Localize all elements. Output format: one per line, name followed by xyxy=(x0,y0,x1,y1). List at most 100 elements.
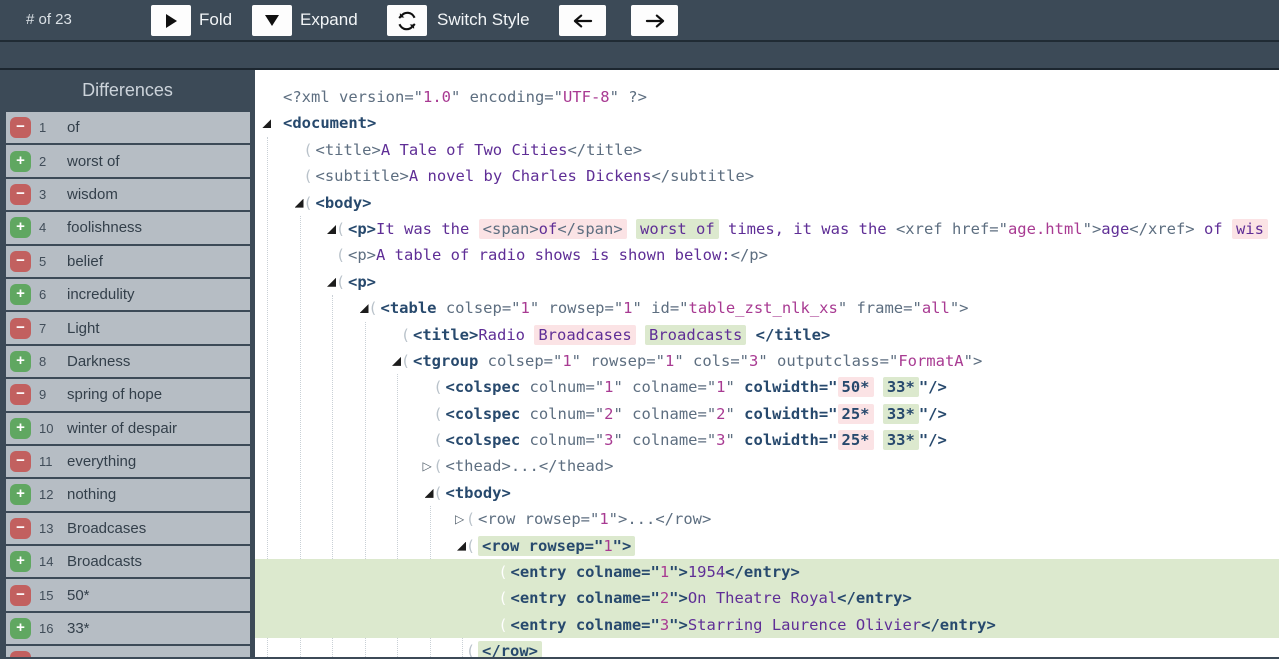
code-segment: <row rowsep=" xyxy=(482,537,603,555)
previous-diff-button[interactable] xyxy=(559,5,606,36)
code-segment: "> xyxy=(613,537,632,555)
inserted-text-highlight: Broadcasts xyxy=(645,325,746,345)
code-segment: Starring Laurence Olivier xyxy=(688,616,921,634)
diff-text: 33* xyxy=(67,620,90,637)
code-segment: 1 xyxy=(660,563,669,581)
next-diff-button[interactable] xyxy=(631,5,678,36)
fold-open-icon[interactable] xyxy=(425,489,434,498)
code-segment: UTF-8 xyxy=(563,88,610,106)
code-segment: FormatA xyxy=(898,352,963,370)
diff-list-item[interactable]: +2worst of xyxy=(6,145,250,176)
fold-open-icon[interactable] xyxy=(262,119,271,128)
switch-style-button[interactable] xyxy=(387,5,427,36)
diff-list-item[interactable]: −9spring of hope xyxy=(6,379,250,410)
expand-button[interactable] xyxy=(252,5,292,36)
xml-code-pane[interactable]: <?xml version="1.0" encoding="UTF-8" ?><… xyxy=(255,70,1279,657)
code-segment: <colspec xyxy=(446,405,530,423)
diff-list-item[interactable]: − xyxy=(6,646,250,657)
code-segment: A novel by Charles Dickens xyxy=(409,167,652,185)
fold-open-icon[interactable] xyxy=(295,199,304,208)
code-segment: It was the xyxy=(376,220,479,238)
diff-list-item[interactable]: −7Light xyxy=(6,312,250,343)
diff-list-item[interactable]: −13Broadcases xyxy=(6,513,250,544)
fold-scallop-icon: ( xyxy=(466,533,475,559)
code-line: (<table colsep="1" rowsep="1" id="table_… xyxy=(255,295,1279,321)
fold-closed-icon[interactable]: ▷ xyxy=(455,506,464,532)
code-segment: </entry> xyxy=(921,616,996,634)
diff-list-item[interactable]: −11everything xyxy=(6,446,250,477)
minus-icon: − xyxy=(10,585,31,606)
code-segment: colsep=" xyxy=(488,352,563,370)
code-segment: <entry xyxy=(511,563,576,581)
diff-list-item[interactable]: +10winter of despair xyxy=(6,413,250,444)
fold-scallop-icon: ( xyxy=(466,506,475,532)
code-segment: " rowsep=" xyxy=(530,299,623,317)
fold-open-icon[interactable] xyxy=(327,225,336,234)
code-line: (<tgroup colsep="1" rowsep="1" cols="3" … xyxy=(255,348,1279,374)
diff-text: incredulity xyxy=(67,286,135,303)
fold-scallop-icon: ( xyxy=(336,242,345,268)
diff-text: Broadcasts xyxy=(67,553,142,570)
minus-icon: − xyxy=(10,384,31,405)
code-segment: 2 xyxy=(716,405,725,423)
differences-sidebar: Differences −1of+2worst of−3wisdom+4fool… xyxy=(0,70,255,657)
diff-list-item[interactable]: −1550* xyxy=(6,579,250,610)
code-segment: <document> xyxy=(283,114,376,132)
diff-text: Light xyxy=(67,320,100,337)
code-segment: " colname=" xyxy=(614,431,717,449)
code-segment: <title> xyxy=(413,326,478,344)
code-line: <?xml version="1.0" encoding="UTF-8" ?> xyxy=(255,84,1279,110)
code-segment xyxy=(746,326,755,344)
code-segment: 1 xyxy=(520,299,529,317)
minus-icon: − xyxy=(10,184,31,205)
diff-list-item[interactable]: +4foolishness xyxy=(6,212,250,243)
code-segment: worst of xyxy=(640,220,715,238)
plus-icon: + xyxy=(10,418,31,439)
code-segment: ">...</row> xyxy=(609,510,712,528)
code-segment: colnum=" xyxy=(530,405,605,423)
plus-icon: + xyxy=(10,551,31,572)
expand-label: Expand xyxy=(300,0,358,40)
code-segment: "> xyxy=(669,563,688,581)
plus-icon: + xyxy=(10,618,31,639)
fold-scallop-icon: ( xyxy=(401,322,410,348)
code-segment: 33* xyxy=(887,405,915,423)
diff-list-item[interactable]: +12nothing xyxy=(6,479,250,510)
diff-list-item[interactable]: −1of xyxy=(6,112,250,143)
code-segment: 1 xyxy=(623,299,632,317)
diff-list-item[interactable]: −3wisdom xyxy=(6,179,250,210)
fold-open-icon[interactable] xyxy=(360,304,369,313)
code-segment: </title> xyxy=(567,141,642,159)
diff-list-item[interactable]: +8Darkness xyxy=(6,346,250,377)
fold-button[interactable] xyxy=(151,5,191,36)
code-segment: wis xyxy=(1236,220,1264,238)
fold-closed-icon[interactable]: ▷ xyxy=(423,453,432,479)
code-segment: colname=" xyxy=(576,589,660,607)
fold-open-icon[interactable] xyxy=(327,278,336,287)
code-segment: 1954 xyxy=(688,563,725,581)
code-segment: "> xyxy=(1083,220,1102,238)
fold-scallop-icon: ( xyxy=(304,190,313,216)
code-segment: On Theatre Royal xyxy=(688,589,837,607)
code-segment: </row> xyxy=(482,642,538,657)
fold-open-icon[interactable] xyxy=(457,542,466,551)
triangle-down-icon xyxy=(265,15,279,26)
inserted-text-highlight: 33* xyxy=(883,430,919,450)
code-segment: <?xml version=" xyxy=(283,88,423,106)
deleted-text-highlight: wis xyxy=(1232,219,1268,239)
diff-list-item[interactable]: +1633* xyxy=(6,613,250,644)
code-segment: " xyxy=(726,405,745,423)
code-segment: colname=" xyxy=(576,563,660,581)
fold-scallop-icon: ( xyxy=(401,348,410,374)
diff-text: worst of xyxy=(67,153,120,170)
code-segment: </p> xyxy=(731,246,768,264)
code-line: (<tbody> xyxy=(255,480,1279,506)
diff-list-item[interactable]: +6incredulity xyxy=(6,279,250,310)
fold-open-icon[interactable] xyxy=(392,357,401,366)
diff-text: nothing xyxy=(67,486,116,503)
code-segment: 3 xyxy=(660,616,669,634)
diff-list-item[interactable]: +14Broadcasts xyxy=(6,546,250,577)
diff-list-item[interactable]: −5belief xyxy=(6,246,250,277)
code-segment: 2 xyxy=(660,589,669,607)
diff-number: 11 xyxy=(39,454,65,469)
